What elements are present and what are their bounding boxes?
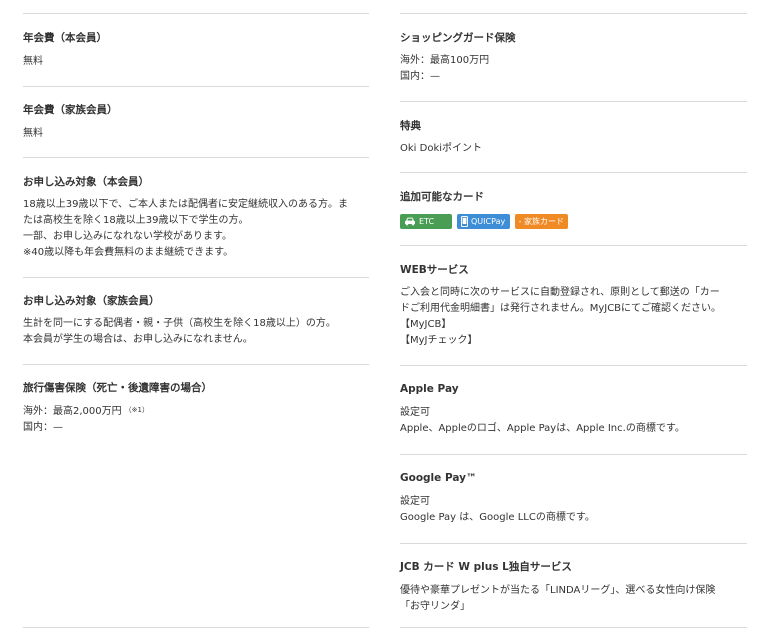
annual-fee-family-section: 年会費（家族会員） 無料 <box>23 103 369 142</box>
body-line: Apple、Appleのロゴ、Apple Payは、Apple Inc.の商標で… <box>400 423 685 434</box>
google-pay-section: Google Pay™ 設定可 Google Pay は、Google LLCの… <box>400 471 747 526</box>
divider <box>400 101 747 102</box>
quicpay-badge: QUICPay <box>457 214 510 229</box>
car-icon <box>405 217 415 226</box>
apple-pay-section: Apple Pay 設定可 Apple、Appleのロゴ、Apple Payは、… <box>400 382 747 437</box>
section-title: WEBサービス <box>400 264 469 276</box>
body-line: 生計を同一にする配偶者・親・子供（高校生を除く18歳以上）の方。 <box>23 318 336 329</box>
eligibility-family-section: お申し込み対象（家族会員） 生計を同一にする配偶者・親・子供（高校生を除く18歳… <box>23 294 369 348</box>
section-body: 海外：最高100万円 国内：— <box>400 53 747 85</box>
left-column: 年会費（本会員） 無料 年会費（家族会員） 無料 お申し込み対象（本会員） 18… <box>23 0 369 628</box>
divider <box>23 86 369 87</box>
divider <box>400 627 747 628</box>
body-line: ご入会と同時に次のサービスに自動登録され、原則として郵送の「カー <box>400 287 720 298</box>
section-title: 年会費（本会員） <box>23 32 107 44</box>
body-line: Google Pay は、Google LLCの商標です。 <box>400 512 595 523</box>
section-title: お申し込み対象（家族会員） <box>23 295 160 307</box>
body-line: 「お守リンダ」 <box>400 601 470 612</box>
section-value: Oki Dokiポイント <box>400 143 483 154</box>
family-card-badge: 家族カード <box>515 214 568 229</box>
web-service-section: WEBサービス ご入会と同時に次のサービスに自動登録され、原則として郵送の「カー… <box>400 263 747 349</box>
section-title: 特典 <box>400 120 421 132</box>
section-title: JCB カード W plus L独自サービス <box>400 561 572 573</box>
divider <box>400 245 747 246</box>
badge-label: ETC <box>419 217 435 226</box>
body-line: 一部、お申し込みになれない学校があります。 <box>23 231 232 242</box>
etc-badge: ETC <box>400 214 452 229</box>
divider <box>400 365 747 366</box>
myjcb-item: 【MyJCB】 <box>400 319 452 330</box>
family-icon <box>519 220 521 223</box>
w-plus-l-section: JCB カード W plus L独自サービス 優待や豪華プレゼントが当たる「LI… <box>400 560 747 615</box>
section-body: 18歳以上39歳以下で、ご本人または配偶者に安定継続収入のある方。ま たは高校生… <box>23 197 369 261</box>
section-title: Google Pay™ <box>400 472 477 484</box>
card-badges: ETC QUICPay 家族カード <box>400 214 747 229</box>
section-body: 設定可 Google Pay は、Google LLCの商標です。 <box>400 494 747 526</box>
section-title: ショッピングガード保険 <box>400 32 516 44</box>
addable-cards-section: 追加可能なカード ETC QUICPay 家族カード <box>400 190 747 229</box>
body-line: 設定可 <box>400 496 430 507</box>
divider <box>23 364 369 365</box>
section-value: 無料 <box>23 56 43 67</box>
badge-label: QUICPay <box>471 217 506 226</box>
body-line: 設定可 <box>400 407 430 418</box>
section-body: 優待や豪華プレゼントが当たる「LINDAリーグ」、選べる女性向け保険 「お守リン… <box>400 583 747 615</box>
section-body: 生計を同一にする配偶者・親・子供（高校生を除く18歳以上）の方。 本会員が学生の… <box>23 316 369 348</box>
body-line: 18歳以上39歳以下で、ご本人または配偶者に安定継続収入のある方。ま <box>23 199 349 210</box>
travel-insurance-section: 旅行傷害保険（死亡・後遺障害の場合） 海外：最高2,000万円 （※1） 国内：— <box>23 381 369 436</box>
body-line: 国内：— <box>400 71 440 82</box>
section-title: Apple Pay <box>400 383 459 395</box>
body-line: ※40歳以降も年会費無料のまま継続できます。 <box>23 247 234 258</box>
body-line: 海外：最高100万円 <box>400 55 490 66</box>
right-column: ショッピングガード保険 海外：最高100万円 国内：— 特典 Oki Dokiポ… <box>400 0 747 628</box>
divider <box>23 277 369 278</box>
myj-check-item: 【MyJチェック】 <box>400 335 478 346</box>
section-title: 旅行傷害保険（死亡・後遺障害の場合） <box>23 382 212 394</box>
section-title: お申し込み対象（本会員） <box>23 176 149 188</box>
divider <box>23 627 369 628</box>
divider <box>400 172 747 173</box>
divider <box>23 13 369 14</box>
section-title: 追加可能なカード <box>400 191 484 203</box>
body-line: 優待や豪華プレゼントが当たる「LINDAリーグ」、選べる女性向け保険 <box>400 585 716 596</box>
section-value: 無料 <box>23 128 43 139</box>
eligibility-main-section: お申し込み対象（本会員） 18歳以上39歳以下で、ご本人または配偶者に安定継続収… <box>23 175 369 261</box>
phone-icon <box>461 216 468 227</box>
body-line: 本会員が学生の場合は、お申し込みになれません。 <box>23 334 253 345</box>
section-body: 海外：最高2,000万円 （※1） 国内：— <box>23 404 369 436</box>
overseas-coverage: 海外：最高2,000万円 （※1） <box>23 404 369 420</box>
divider <box>400 543 747 544</box>
section-body: 設定可 Apple、Appleのロゴ、Apple Payは、Apple Inc.… <box>400 405 747 437</box>
domestic-coverage: 国内：— <box>23 422 63 433</box>
shopping-guard-section: ショッピングガード保険 海外：最高100万円 国内：— <box>400 31 747 85</box>
annual-fee-main-section: 年会費（本会員） 無料 <box>23 31 369 70</box>
divider <box>23 157 369 158</box>
badge-label: 家族カード <box>524 217 564 226</box>
overseas-text: 海外：最高2,000万円 <box>23 406 122 417</box>
body-line: たは高校生を除く18歳以上39歳以下で学生の方。 <box>23 215 249 226</box>
section-title: 年会費（家族会員） <box>23 104 118 116</box>
footnote-mark: （※1） <box>124 406 149 414</box>
perks-section: 特典 Oki Dokiポイント <box>400 119 747 157</box>
divider <box>400 13 747 14</box>
section-body: ご入会と同時に次のサービスに自動登録され、原則として郵送の「カー ドご利用代金明… <box>400 285 747 349</box>
body-line: ドご利用代金明細書」は発行されません。MyJCBにてご確認ください。 <box>400 303 722 314</box>
divider <box>400 454 747 455</box>
